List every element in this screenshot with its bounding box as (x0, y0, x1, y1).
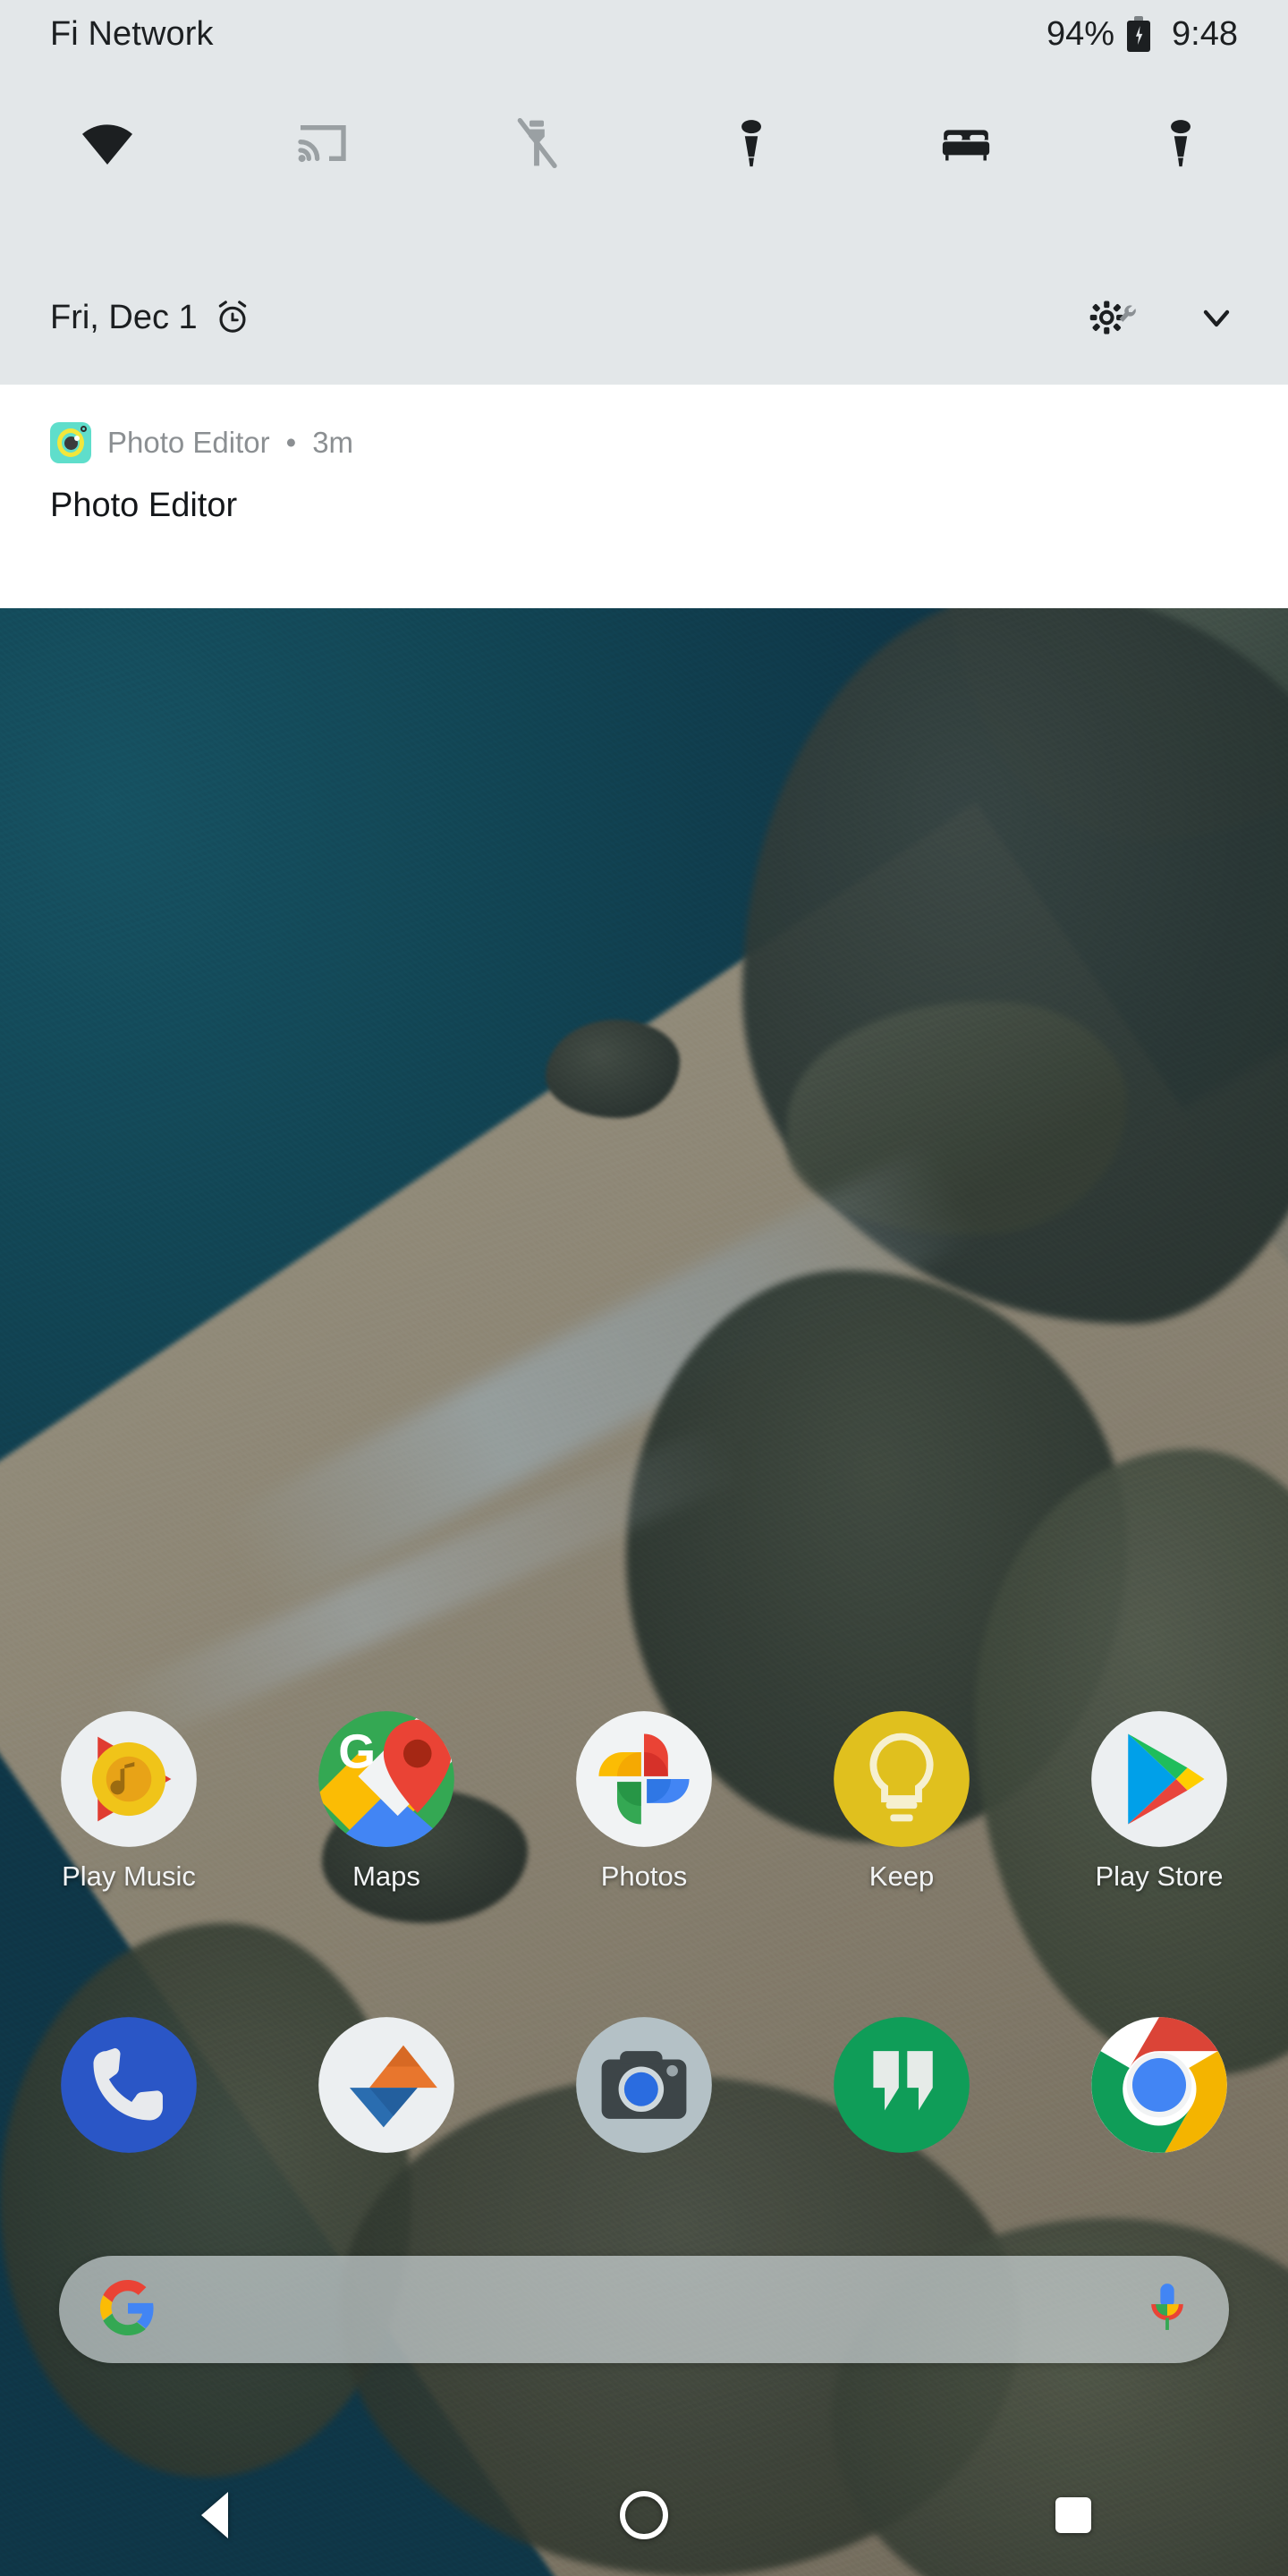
home-button[interactable] (429, 2454, 859, 2576)
home-icon (620, 2491, 668, 2539)
photo-editor-app-icon (50, 422, 91, 463)
app-label: Maps (352, 1860, 420, 1892)
notification-shade: Fi Network 94% 9:48 Fri, Dec 1 (0, 0, 1288, 385)
carrier-label: Fi Network (50, 14, 214, 53)
quick-tile-cast[interactable] (215, 89, 429, 197)
quick-tile-flashlight[interactable] (429, 89, 644, 197)
app-chrome[interactable] (1030, 2014, 1288, 2166)
notification-time-ago: 3m (312, 426, 354, 459)
alarm-clock-icon (218, 301, 246, 333)
microphone-icon (741, 120, 761, 167)
chevron-down-icon[interactable] (1195, 296, 1238, 339)
app-photo-editor-dock[interactable] (258, 2014, 515, 2166)
app-phone[interactable] (0, 2014, 258, 2166)
back-icon (201, 2492, 228, 2538)
shade-footer-row: Fri, Dec 1 (0, 268, 1288, 367)
recents-icon (1055, 2497, 1091, 2533)
app-camera[interactable] (515, 2014, 773, 2166)
phone-icon[interactable] (58, 2014, 199, 2156)
google-photos-icon[interactable] (573, 1708, 715, 1850)
battery-percent: 94% (1046, 14, 1115, 53)
notification-card[interactable]: Photo Editor • 3m Photo Editor (0, 385, 1288, 608)
recents-button[interactable] (859, 2454, 1288, 2576)
quick-tile-wifi[interactable] (0, 89, 215, 197)
chrome-icon[interactable] (1089, 2014, 1230, 2156)
notification-app-name: Photo Editor (107, 426, 270, 459)
google-maps-icon[interactable]: G (316, 1708, 457, 1850)
svg-text:G: G (338, 1724, 376, 1778)
app-keep[interactable]: Keep (773, 1708, 1030, 1893)
flashlight-off-icon (517, 118, 557, 168)
wifi-icon (82, 124, 132, 165)
microphone-icon (1171, 120, 1191, 167)
notification-header: Photo Editor • 3m (0, 385, 1288, 463)
status-bar: Fi Network 94% 9:48 (0, 0, 1288, 68)
google-keep-icon[interactable] (831, 1708, 972, 1850)
search-input[interactable] (182, 2256, 1120, 2363)
quick-tile-bedtime[interactable] (859, 89, 1073, 197)
settings-gear-wrench-icon[interactable] (1088, 292, 1140, 343)
app-label: Keep (869, 1860, 935, 1892)
play-music-icon[interactable] (58, 1708, 199, 1850)
app-play-store[interactable]: Play Store (1030, 1708, 1288, 1893)
google-mic-icon[interactable] (1147, 2280, 1188, 2340)
camera-icon[interactable] (573, 2014, 715, 2156)
battery-charging-icon (1127, 16, 1151, 52)
app-photos[interactable]: Photos (515, 1708, 773, 1893)
status-clock: 9:48 (1172, 14, 1238, 53)
app-hangouts[interactable] (773, 2014, 1030, 2166)
bed-icon (942, 130, 990, 161)
photo-app-icon[interactable] (316, 2014, 457, 2156)
notification-separator: • (285, 426, 297, 459)
cast-icon (298, 125, 346, 163)
app-play-music[interactable]: Play Music (0, 1708, 258, 1893)
app-maps[interactable]: G Maps (258, 1708, 515, 1893)
google-search-bar[interactable] (59, 2256, 1229, 2363)
android-home-screen: Play Music G Maps Photos Keep Play Store… (0, 0, 1288, 2576)
date-label: Fri, Dec 1 (50, 298, 198, 336)
back-button[interactable] (0, 2454, 429, 2576)
app-label: Photos (600, 1860, 688, 1892)
quick-settings-row (0, 89, 1288, 197)
app-label: Play Music (62, 1860, 196, 1892)
quick-tile-microphone-2[interactable] (1073, 89, 1288, 197)
app-grid-row-1: Play Music G Maps Photos Keep Play Store (0, 1708, 1288, 1893)
quick-tile-microphone-1[interactable] (644, 89, 859, 197)
play-store-icon[interactable] (1089, 1708, 1230, 1850)
notification-title: Photo Editor (50, 487, 238, 524)
google-g-icon (100, 2279, 156, 2340)
app-label: Play Store (1095, 1860, 1224, 1892)
app-grid-row-2-dock (0, 2014, 1288, 2166)
navigation-bar (0, 2454, 1288, 2576)
hangouts-icon[interactable] (831, 2014, 972, 2156)
